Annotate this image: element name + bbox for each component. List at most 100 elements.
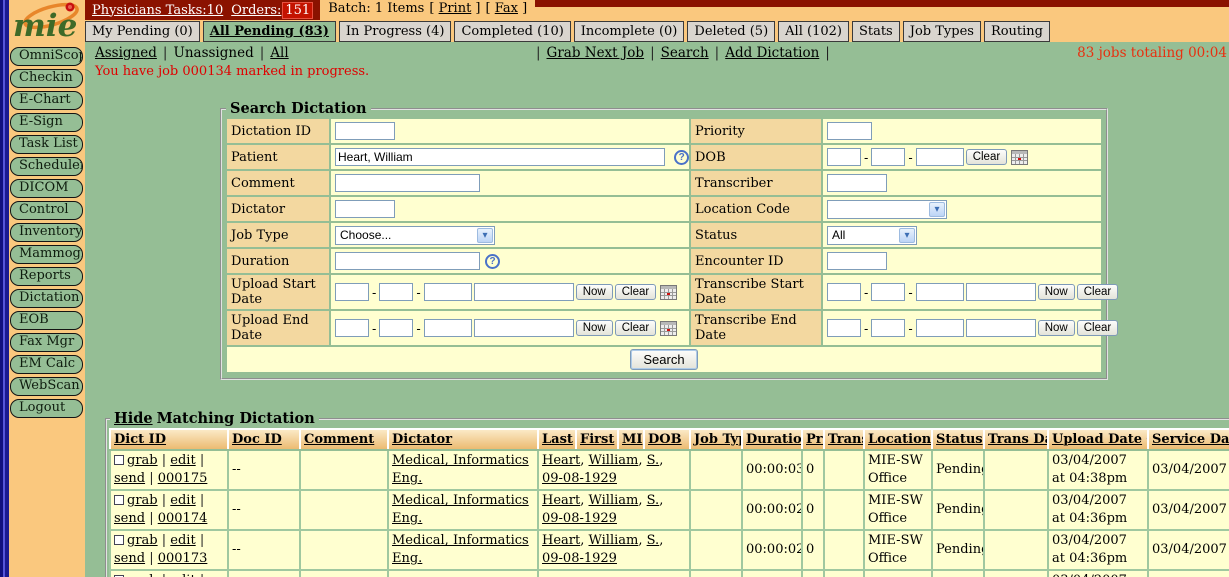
patient-last-link[interactable]: Heart <box>542 453 580 468</box>
transcriber-input[interactable] <box>827 174 887 192</box>
column-header-location[interactable]: Location <box>868 432 931 447</box>
column-header-service-date[interactable]: Service Date <box>1152 432 1229 447</box>
calendar-icon[interactable] <box>660 321 677 336</box>
grab-next-job-link[interactable]: Grab Next Job <box>547 45 645 61</box>
all-link[interactable]: All <box>270 45 288 61</box>
sidebar-item-checkin[interactable]: Checkin <box>10 69 83 88</box>
patient-dob-link[interactable]: 09-08-1929 <box>542 511 617 526</box>
tab-job-types[interactable]: Job Types <box>903 21 981 42</box>
column-header-dict-id[interactable]: Dict ID <box>114 432 166 447</box>
patient-first-link[interactable]: William <box>589 493 639 508</box>
transcribe-end-time-input[interactable] <box>966 319 1036 337</box>
dob-day-input[interactable] <box>871 148 905 166</box>
transcribe-end-day-input[interactable] <box>871 319 905 337</box>
column-header-trans[interactable]: Trans <box>828 432 864 447</box>
edit-link[interactable]: edit <box>170 573 195 577</box>
patient-dob-link[interactable]: 09-08-1929 <box>542 471 617 486</box>
dict-id-link[interactable]: 000173 <box>158 551 208 566</box>
patient-dob-link[interactable]: 09-08-1929 <box>542 551 617 566</box>
upload-start-year-input[interactable] <box>424 283 472 301</box>
duration-input[interactable] <box>335 252 480 270</box>
upload-end-time-input[interactable] <box>474 319 574 337</box>
tab-in-progress[interactable]: In Progress (4) <box>339 21 452 42</box>
upload-end-year-input[interactable] <box>424 319 472 337</box>
comment-input[interactable] <box>335 174 480 192</box>
dob-month-input[interactable] <box>827 148 861 166</box>
column-header-job-type[interactable]: Job Type <box>694 432 742 447</box>
search-button[interactable]: Search <box>630 349 697 370</box>
sidebar-item-em-calc[interactable]: EM Calc <box>10 355 83 374</box>
column-header-dictator[interactable]: Dictator <box>392 432 452 447</box>
sidebar-item-mammography[interactable]: Mammogra <box>10 245 83 264</box>
tab-deleted[interactable]: Deleted (5) <box>687 21 775 42</box>
patient-input[interactable] <box>335 148 665 166</box>
tab-all[interactable]: All (102) <box>778 21 849 42</box>
grab-link[interactable]: grab <box>127 493 158 508</box>
dob-clear-button[interactable]: Clear <box>966 149 1007 165</box>
tab-stats[interactable]: Stats <box>852 21 900 42</box>
column-header-status[interactable]: Status <box>936 432 983 447</box>
sidebar-item-eob[interactable]: EOB <box>10 311 83 330</box>
location-code-select[interactable]: ▾ <box>827 200 947 219</box>
dictator-link[interactable]: Medical, Informatics Eng. <box>392 493 529 526</box>
sidebar-item-reports[interactable]: Reports <box>10 267 83 286</box>
row-checkbox[interactable] <box>114 495 124 505</box>
now-button[interactable]: Now <box>1038 320 1075 336</box>
transcribe-end-month-input[interactable] <box>827 319 861 337</box>
tab-routing[interactable]: Routing <box>984 21 1050 42</box>
patient-last-link[interactable]: Heart <box>542 493 580 508</box>
patient-mi-link[interactable]: S. <box>647 453 660 468</box>
column-header-first[interactable]: First <box>580 432 614 447</box>
fax-link[interactable]: Fax <box>495 1 518 16</box>
sidebar-item-dicom[interactable]: DICOM <box>10 179 83 198</box>
add-dictation-link[interactable]: Add Dictation <box>725 45 819 61</box>
now-button[interactable]: Now <box>1038 284 1075 300</box>
edit-link[interactable]: edit <box>170 453 195 468</box>
tab-my-pending[interactable]: My Pending (0) <box>85 21 200 42</box>
priority-input[interactable] <box>827 122 872 140</box>
job-type-select[interactable]: Choose...▾ <box>335 226 495 245</box>
column-header-last[interactable]: Last <box>542 432 573 447</box>
sidebar-item-task-list[interactable]: Task List <box>10 135 83 154</box>
transcribe-start-time-input[interactable] <box>966 283 1036 301</box>
status-select[interactable]: All▾ <box>827 226 917 245</box>
print-link[interactable]: Print <box>439 1 472 16</box>
dict-id-link[interactable]: 000174 <box>158 511 208 526</box>
send-link[interactable]: send <box>114 551 145 566</box>
sidebar-item-logout[interactable]: Logout <box>10 399 83 418</box>
upload-start-time-input[interactable] <box>474 283 574 301</box>
dictator-link[interactable]: Medical, Informatics Eng. <box>392 453 529 486</box>
sidebar-item-control[interactable]: Control <box>10 201 83 220</box>
hide-link[interactable]: Hide <box>114 410 153 427</box>
sidebar-item-webscan[interactable]: WebScan <box>10 377 83 396</box>
encounter-id-input[interactable] <box>827 252 887 270</box>
sidebar-item-dictation[interactable]: Dictation <box>10 289 83 308</box>
upload-end-day-input[interactable] <box>379 319 413 337</box>
upload-start-day-input[interactable] <box>379 283 413 301</box>
patient-mi-link[interactable]: S. <box>647 493 660 508</box>
upload-end-month-input[interactable] <box>335 319 369 337</box>
now-button[interactable]: Now <box>576 284 613 300</box>
send-link[interactable]: send <box>114 471 145 486</box>
column-header-pri[interactable]: Pri <box>806 432 824 447</box>
sidebar-item-fax-mgr[interactable]: Fax Mgr <box>10 333 83 352</box>
column-header-trans-date[interactable]: Trans Date <box>988 432 1048 447</box>
tab-incomplete[interactable]: Incomplete (0) <box>574 21 685 42</box>
tab-all-pending[interactable]: All Pending (83) <box>203 21 336 42</box>
dob-year-input[interactable] <box>916 148 964 166</box>
column-header-comment[interactable]: Comment <box>304 432 374 447</box>
edit-link[interactable]: edit <box>170 533 195 548</box>
column-header-mi[interactable]: MI <box>622 432 642 447</box>
calendar-icon[interactable] <box>660 285 677 300</box>
clear-button[interactable]: Clear <box>1077 284 1118 300</box>
sidebar-item-scheduler[interactable]: Scheduler <box>10 157 83 176</box>
physicians-tasks-link[interactable]: Physicians Tasks:10 <box>92 3 223 18</box>
dictator-link[interactable]: Medical, Informatics Eng. <box>392 533 529 566</box>
assigned-link[interactable]: Assigned <box>95 45 157 61</box>
clear-button[interactable]: Clear <box>615 320 656 336</box>
upload-start-month-input[interactable] <box>335 283 369 301</box>
dict-id-link[interactable]: 000175 <box>158 471 208 486</box>
orders-link[interactable]: Orders: <box>231 3 281 18</box>
grab-link[interactable]: grab <box>127 453 158 468</box>
mie-logo[interactable]: mie <box>9 0 85 42</box>
